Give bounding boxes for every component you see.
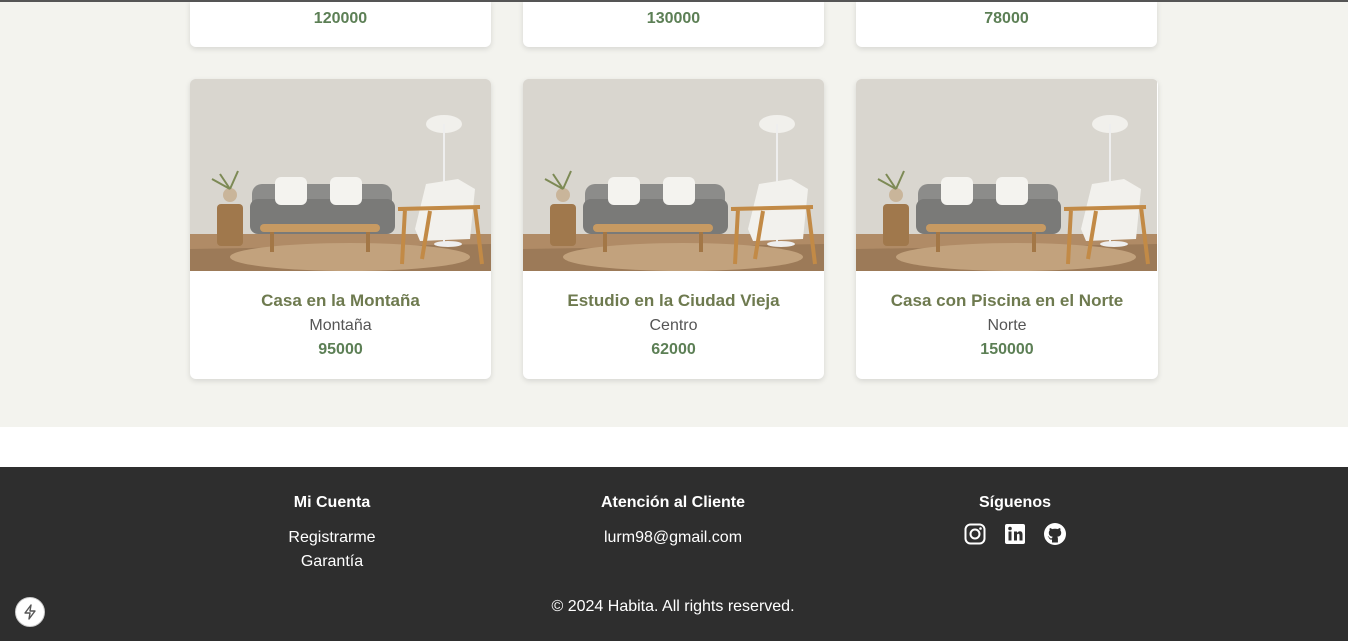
listing-card[interactable]: 120000 <box>190 0 491 47</box>
listing-title: Estudio en la Ciudad Vieja <box>567 291 780 310</box>
warranty-link[interactable]: Garantía <box>232 550 432 574</box>
listing-card[interactable]: 78000 <box>856 0 1157 47</box>
support-email-link[interactable]: lurm98@gmail.com <box>523 526 823 550</box>
dev-tools-button[interactable] <box>15 597 45 627</box>
footer-support-heading: Atención al Cliente <box>600 494 746 511</box>
listing-title: Casa con Piscina en el Norte <box>890 291 1124 310</box>
listing-price: 95000 <box>318 341 363 358</box>
listing-photo <box>523 79 824 271</box>
listing-price: 62000 <box>651 341 696 358</box>
listing-photo <box>856 79 1157 271</box>
listings-section: 120000 130000 78000 Casa en la Montaña M… <box>0 0 1348 427</box>
listing-location: Norte <box>987 317 1027 334</box>
listing-card[interactable]: 130000 <box>523 0 824 47</box>
github-icon[interactable] <box>1043 522 1067 546</box>
lightning-icon <box>24 604 36 620</box>
site-footer: Mi Cuenta Registrarme Garantía Atención … <box>0 467 1348 641</box>
footer-account-heading: Mi Cuenta <box>293 494 371 511</box>
listing-price: 130000 <box>646 10 701 27</box>
footer-account-column: Mi Cuenta Registrarme Garantía <box>232 494 432 574</box>
footer-support-column: Atención al Cliente lurm98@gmail.com <box>523 494 823 550</box>
listing-price: 78000 <box>984 10 1029 27</box>
listing-title: Casa en la Montaña <box>261 291 420 310</box>
listing-location: Montaña <box>309 317 372 334</box>
listing-card[interactable]: Casa con Piscina en el Norte Norte 15000… <box>856 79 1158 379</box>
listing-price: 120000 <box>313 10 368 27</box>
listing-card[interactable]: Estudio en la Ciudad Vieja Centro 62000 <box>523 79 824 379</box>
listing-price: 150000 <box>980 341 1034 358</box>
top-divider <box>0 0 1348 2</box>
social-links <box>915 522 1115 546</box>
listing-location: Centro <box>649 317 698 334</box>
instagram-icon[interactable] <box>963 522 987 546</box>
listing-card[interactable]: Casa en la Montaña Montaña 95000 <box>190 79 491 379</box>
register-link[interactable]: Registrarme <box>232 526 432 550</box>
listing-photo <box>190 79 491 271</box>
copyright-text: © 2024 Habita. All rights reserved. <box>551 598 795 615</box>
footer-social-column: Síguenos <box>915 494 1115 546</box>
linkedin-icon[interactable] <box>1003 522 1027 546</box>
footer-social-heading: Síguenos <box>978 494 1051 511</box>
